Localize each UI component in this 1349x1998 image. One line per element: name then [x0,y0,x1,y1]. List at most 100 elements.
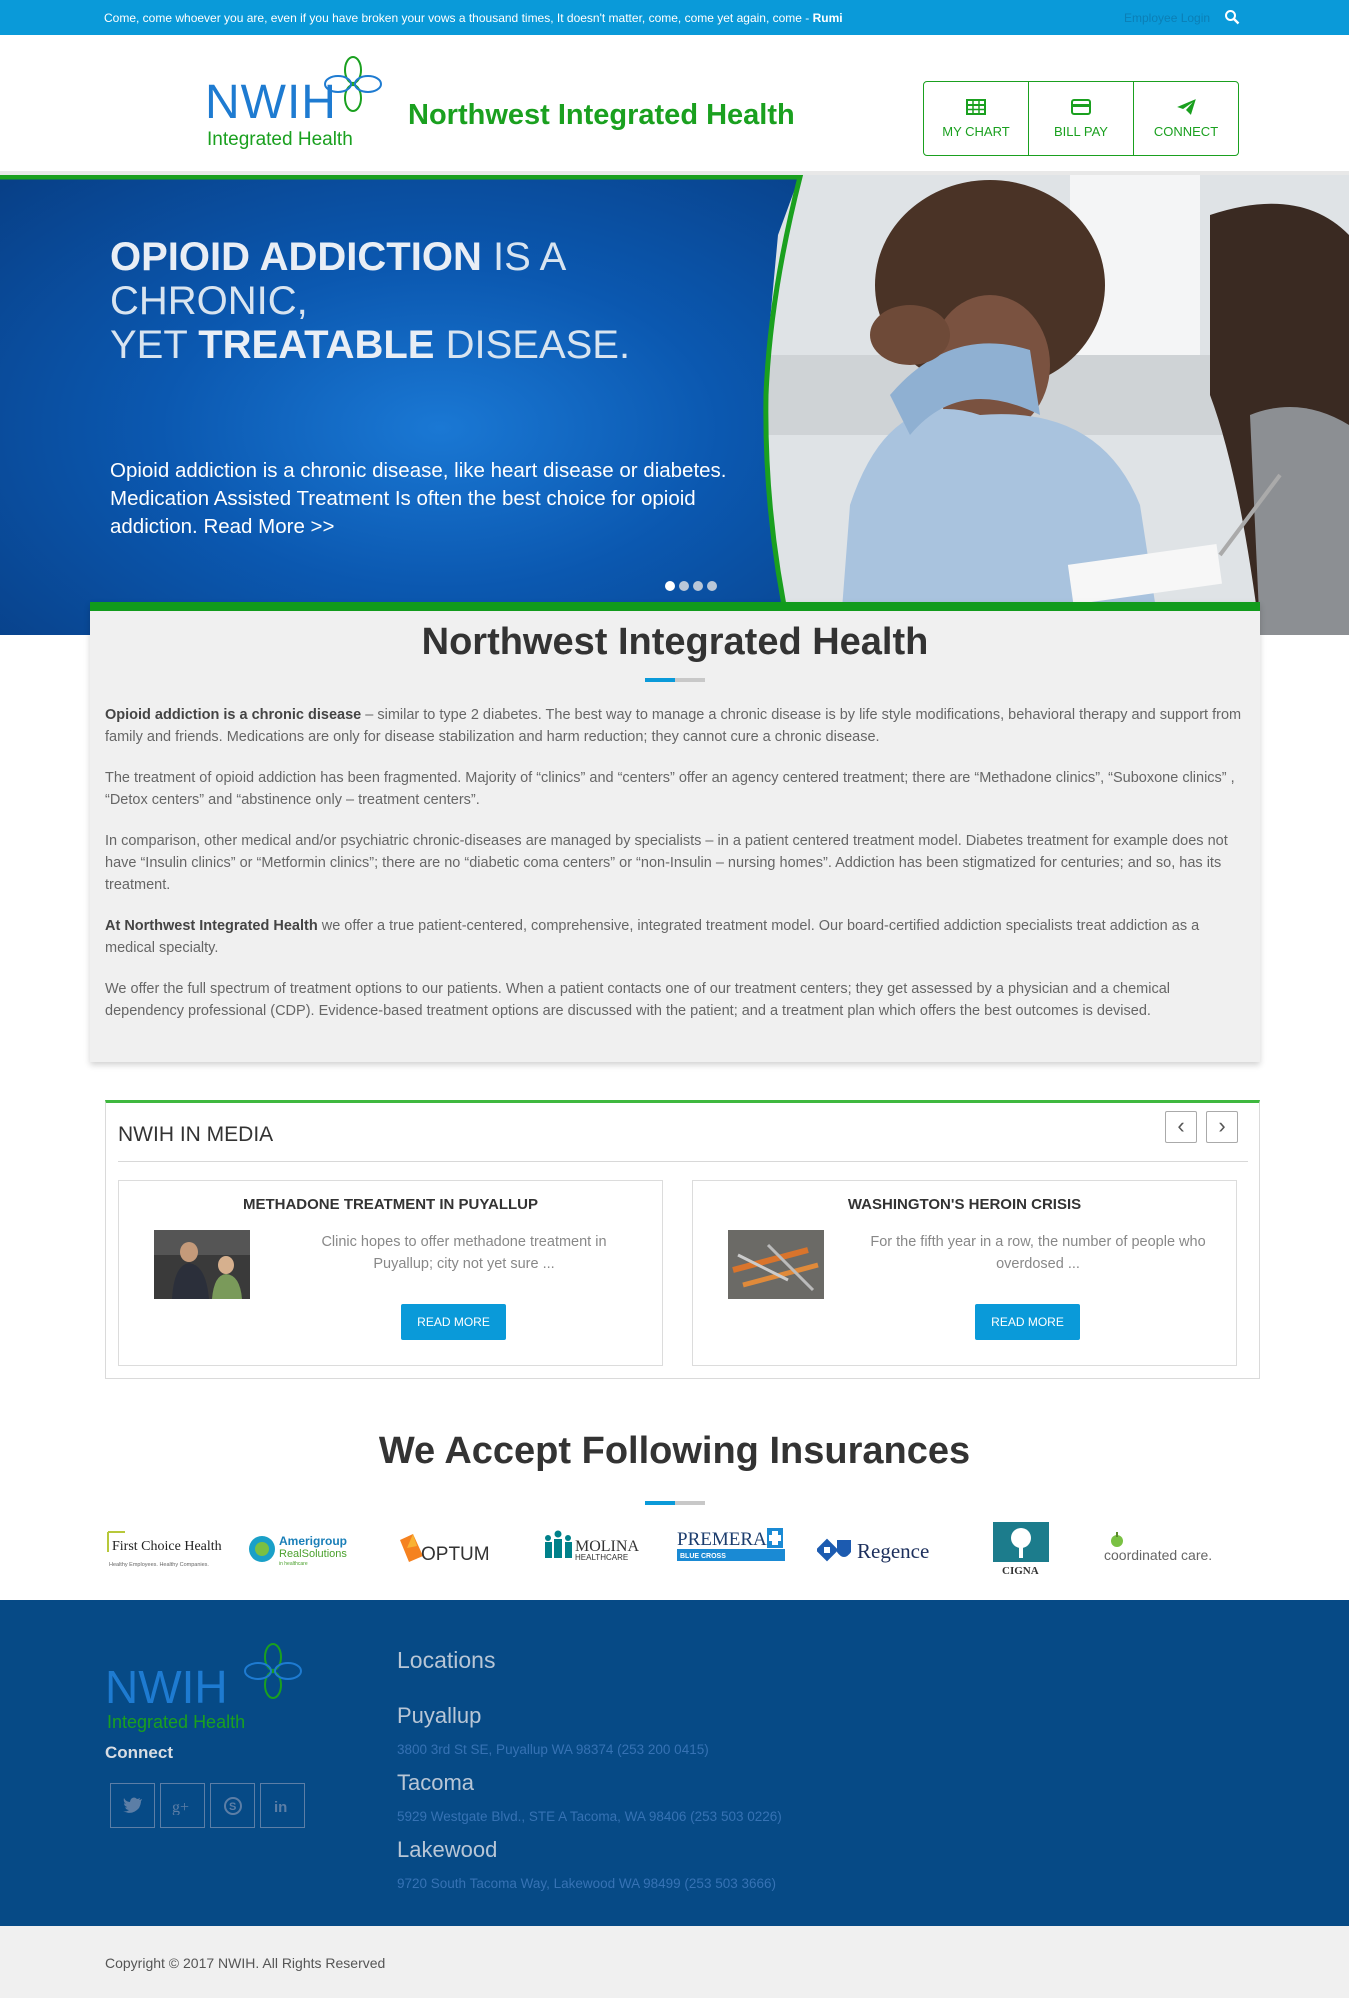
intro-title: Northwest Integrated Health [421,621,929,663]
media-card-description: Clinic hopes to offer methadone treatmen… [321,1234,607,1272]
media-title: NWIH IN MEDIA [118,1123,274,1146]
slide-dot[interactable] [665,581,675,591]
quote-text: Come, come whoever you are, even if you … [104,11,813,25]
premera-logo: PREMERA BLUE CROSS [675,1520,795,1580]
amerigroup-logo: Amerigroup RealSolutions in healthcare [245,1520,365,1580]
optum-logo: OPTUM [395,1520,505,1580]
intro-paragraph: At Northwest Integrated Health we offer … [105,915,1245,959]
slider-dots [665,581,717,591]
hero-photo [740,175,1349,635]
intro-paragraph: In comparison, other medical and/or psyc… [105,833,1228,893]
employee-login-link[interactable]: Employee Login [1124,11,1210,25]
nwih-logo[interactable]: NWIH Integrated Health [205,55,405,155]
optum-name: OPTUM [421,1544,490,1565]
intro-body: Opioid addiction is a chronic disease – … [90,682,1260,1022]
locations-heading: Locations [397,1647,496,1673]
amerigroup-name: Amerigroup [279,1534,347,1548]
insurance-logos: First Choice Health Healthy Employees. H… [105,1520,1245,1580]
hero-slider[interactable]: OPIOID ADDICTION IS A CHRONIC, YET TREAT… [0,175,1349,635]
location-address-puyallup[interactable]: 3800 3rd St SE, Puyallup WA 98374 (253 2… [397,1742,709,1757]
intro-paragraph: Opioid addiction is a chronic disease – … [105,704,1245,748]
hero-heading-rest-1: IS A [481,235,567,279]
slide-dot[interactable] [707,581,717,591]
svg-text:in: in [274,1799,287,1814]
media-next-arrow[interactable]: › [1206,1111,1238,1143]
media-card-title[interactable]: METHADONE TREATMENT IN PUYALLUP [119,1196,662,1213]
google-plus-icon[interactable]: g+ [160,1783,205,1828]
first-choice-health-logo: First Choice Health Healthy Employees. H… [105,1520,225,1580]
hero-heading-rest-2: DISEASE. [434,323,631,367]
premera-sub: BLUE CROSS [680,1553,726,1560]
copyright-bar: Copyright © 2017 NWIH. All Rights Reserv… [0,1926,1349,1998]
clover-logo-icon [244,1643,302,1699]
title-underline [645,1501,705,1505]
rumi-quote: Come, come whoever you are, even if you … [104,11,843,25]
slide-dot[interactable] [693,581,703,591]
my-chart-label: MY CHART [942,124,1010,139]
hero-heading-bold-1: OPIOID ADDICTION [110,235,482,279]
intro-p4-bold: At Northwest Integrated Health [105,918,318,934]
location-address-lakewood[interactable]: 9720 South Tacoma Way, Lakewood WA 98499… [397,1876,776,1891]
woman-photo-illustration [740,175,1349,635]
linkedin-icon[interactable]: in [260,1783,305,1828]
regence-logo: Regence [817,1520,937,1580]
media-divider [118,1161,1248,1162]
media-thumbnail[interactable] [728,1230,824,1299]
first-choice-health-name: First Choice Health [112,1539,222,1554]
hero-heading-yet: YET [110,323,199,367]
regence-name: Regence [857,1539,929,1563]
coordinated-care-logo: coordinated care. [1100,1520,1220,1580]
header-quick-links: MY CHART BILL PAY CONNECT [923,81,1239,156]
title-underline [645,678,705,682]
social-links: g+ S in [110,1783,305,1828]
amerigroup-sub: RealSolutions [279,1548,347,1560]
media-prev-arrow[interactable]: ‹ [1165,1111,1197,1143]
copyright-text: Copyright © 2017 NWIH. All Rights Reserv… [105,1955,386,1971]
hero-read-more-text[interactable]: Opioid addiction is a chronic disease, l… [110,457,730,541]
slide-dot[interactable] [679,581,689,591]
hero-heading: OPIOID ADDICTION IS A CHRONIC, YET TREAT… [110,235,630,367]
read-more-button[interactable]: READ MORE [401,1304,506,1340]
premera-name: PREMERA [677,1529,767,1550]
svg-text:S: S [229,1801,236,1813]
cigna-name: CIGNA [1002,1565,1039,1577]
footer-logo[interactable]: NWIH Integrated Health [105,1642,315,1732]
media-thumbnail[interactable] [154,1230,250,1299]
media-section: NWIH IN MEDIA ‹ › METHADONE TREATMENT IN… [105,1100,1260,1379]
amerigroup-tagline: in healthcare [279,1561,308,1567]
intro-p1-bold: Opioid addiction is a chronic disease [105,707,362,723]
bill-pay-button[interactable]: BILL PAY [1029,82,1134,155]
media-card-title[interactable]: WASHINGTON'S HEROIN CRISIS [693,1196,1236,1213]
credit-card-icon [1071,99,1091,115]
first-choice-health-tagline: Healthy Employees. Healthy Companies. [109,1562,209,1568]
coordinated-care-name: coordinated care. [1104,1547,1212,1563]
location-address-tacoma[interactable]: 5929 Westgate Blvd., STE A Tacoma, WA 98… [397,1809,782,1824]
brand-name[interactable]: Northwest Integrated Health [408,99,795,132]
intro-paragraph: We offer the full spectrum of treatment … [105,981,1170,1019]
read-more-button[interactable]: READ MORE [975,1304,1080,1340]
site-header: NWIH Integrated Health Northwest Integra… [0,35,1349,175]
connect-label: CONNECT [1153,124,1219,139]
skype-icon[interactable]: S [210,1783,255,1828]
footer-logo-wordmark: NWIH [105,1661,228,1713]
connect-button[interactable]: CONNECT [1134,82,1238,155]
twitter-icon[interactable] [110,1783,155,1828]
hero-heading-line-2: CHRONIC, [110,279,308,323]
media-card-description: For the fifth year in a row, the number … [870,1234,1206,1272]
paper-plane-icon [1177,99,1196,115]
logo-subtitle: Integrated Health [207,129,353,150]
my-chart-button[interactable]: MY CHART [924,82,1029,155]
clover-logo-icon [324,56,382,112]
hero-heading-bold-2: TREATABLE [198,323,435,367]
intro-paragraph: The treatment of opioid addiction has be… [105,770,1235,808]
svg-text:g+: g+ [172,1799,189,1815]
footer-logo-subtitle: Integrated Health [107,1712,246,1732]
footer-connect-heading: Connect [105,1743,173,1762]
site-footer: NWIH Integrated Health Connect g+ S in L… [0,1600,1349,1926]
molina-logo: MOLINA HEALTHCARE [540,1520,650,1580]
molina-sub: HEALTHCARE [575,1553,628,1562]
search-icon[interactable] [1224,9,1240,25]
quote-author: Rumi [812,11,843,25]
cigna-logo: CIGNA [985,1520,1065,1580]
media-card: METHADONE TREATMENT IN PUYALLUP Clinic h… [118,1180,663,1366]
